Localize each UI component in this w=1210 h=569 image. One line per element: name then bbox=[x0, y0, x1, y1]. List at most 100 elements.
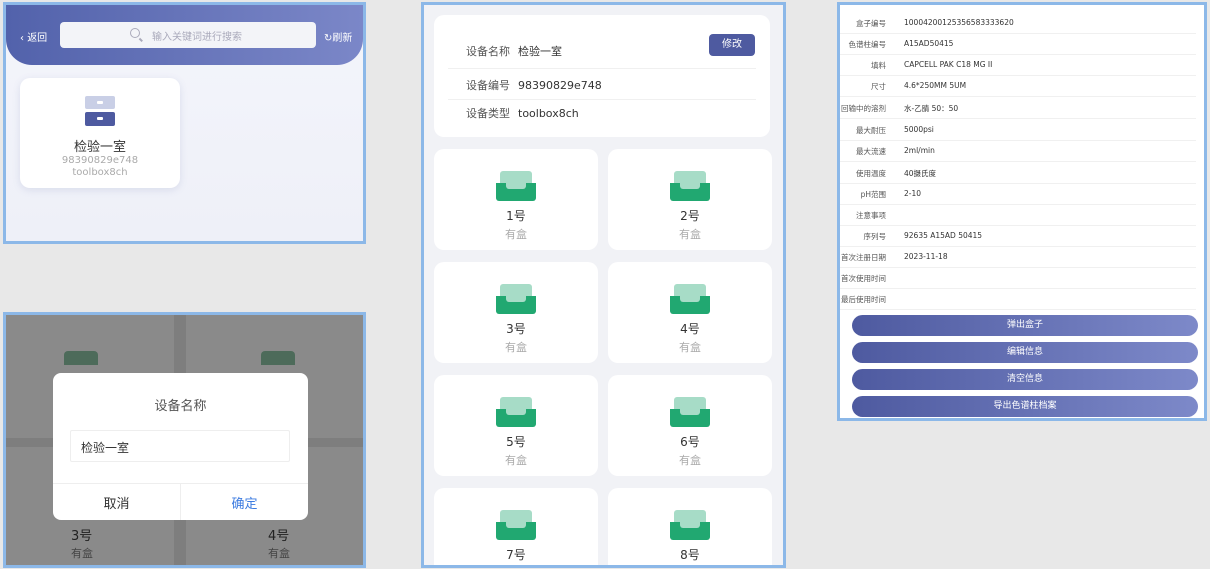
detail-row: 首次使用时间 bbox=[840, 267, 1196, 289]
box-label: 7号 bbox=[506, 548, 526, 562]
box-label: 1号 bbox=[506, 209, 526, 223]
box-label: 6号 bbox=[680, 435, 700, 449]
detail-value: A15AD50415 bbox=[904, 39, 954, 48]
tray-icon bbox=[261, 351, 295, 365]
detail-label: 使用温度 bbox=[856, 169, 886, 178]
clear-info-button[interactable]: 清空信息 bbox=[852, 369, 1198, 390]
device-id: 98390829e748 bbox=[61, 155, 139, 166]
detail-label: 盒子编号 bbox=[856, 19, 886, 28]
detail-label: 色谱柱编号 bbox=[848, 40, 887, 49]
box-status: 有盒 bbox=[505, 341, 527, 354]
box-label: 3号 bbox=[506, 322, 526, 336]
background-box-label: 4号 bbox=[268, 529, 290, 544]
detail-label: 最大流速 bbox=[856, 147, 886, 156]
divider bbox=[448, 99, 756, 100]
divider bbox=[448, 68, 756, 69]
box-label: 2号 bbox=[680, 209, 700, 223]
edit-name-dialog: 设备名称 检验一室 取消 确定 bbox=[53, 373, 308, 520]
detail-row: 最大流速 2ml/min bbox=[840, 140, 1196, 162]
detail-row: 序列号 92635 A15AD 50415 bbox=[840, 225, 1196, 247]
box-label: 5号 bbox=[506, 435, 526, 449]
back-button[interactable]: ‹ 返回 bbox=[20, 29, 47, 44]
device-detail-screen: 设备名称 检验一室 修改 设备编号 98390829e748 设备类型 toolbox… bbox=[421, 2, 786, 568]
background-box-status: 有盒 bbox=[268, 547, 290, 560]
detail-label: 最后使用时间 bbox=[841, 295, 886, 304]
box-status: 有盒 bbox=[505, 228, 527, 241]
box-status: 有盒 bbox=[505, 454, 527, 467]
detail-row: 使用温度 40摄氏度 bbox=[840, 162, 1196, 184]
box-card-6[interactable]: 6号有盒 bbox=[608, 375, 772, 476]
info-value: 检验一室 bbox=[518, 45, 562, 58]
refresh-button[interactable]: ↻刷新 bbox=[324, 29, 352, 44]
detail-label: 最大耐压 bbox=[856, 126, 886, 135]
info-row-id: 设备编号 98390829e748 bbox=[466, 77, 602, 93]
search-input[interactable]: 输入关键词进行搜索 bbox=[60, 22, 316, 48]
box-card-5[interactable]: 5号有盒 bbox=[434, 375, 598, 476]
detail-value: 40摄氏度 bbox=[904, 169, 937, 178]
box-card-3[interactable]: 3号有盒 bbox=[434, 262, 598, 363]
info-label: 设备类型 bbox=[466, 107, 510, 120]
box-card-1[interactable]: 1号有盒 bbox=[434, 149, 598, 250]
dialog-title: 设备名称 bbox=[154, 399, 207, 414]
detail-value: CAPCELL PAK C18 MG II bbox=[904, 60, 993, 69]
detail-row: pH范围 2-10 bbox=[840, 183, 1196, 205]
device-name: 检验一室 bbox=[73, 140, 126, 155]
info-value: 98390829e748 bbox=[518, 79, 602, 92]
detail-label: 首次注册日期 bbox=[841, 253, 886, 262]
detail-label: 序列号 bbox=[863, 232, 887, 241]
device-card[interactable]: 检验一室 98390829e748 toolbox8ch bbox=[20, 78, 180, 188]
box-card-8[interactable]: 8号 bbox=[608, 488, 772, 565]
search-placeholder: 输入关键词进行搜索 bbox=[152, 32, 242, 43]
detail-label: 尺寸 bbox=[871, 82, 886, 91]
box-status: 有盒 bbox=[679, 341, 701, 354]
detail-value: 2-10 bbox=[904, 189, 922, 198]
tray-icon bbox=[496, 171, 536, 203]
device-list-screen: ‹ 返回 输入关键词进行搜索 ↻刷新 检验一室 98390829e748 too… bbox=[3, 2, 366, 244]
toolbox-icon bbox=[85, 96, 115, 126]
export-column-record-button[interactable]: 导出色谱柱档案 bbox=[852, 396, 1198, 417]
tray-icon bbox=[64, 351, 98, 365]
search-icon bbox=[130, 28, 140, 38]
detail-row: 最后使用时间 bbox=[840, 288, 1196, 310]
detail-value: 水-乙腈 50：50 bbox=[904, 104, 959, 113]
device-info-card: 设备名称 检验一室 修改 设备编号 98390829e748 设备类型 toolbox… bbox=[434, 15, 770, 137]
tray-icon bbox=[496, 284, 536, 316]
box-card-4[interactable]: 4号 有盒 bbox=[608, 262, 772, 363]
edit-button[interactable]: 修改 bbox=[709, 34, 755, 56]
detail-row: 盒子编号 10004200125356583333620 bbox=[840, 12, 1196, 34]
info-row-name: 设备名称 检验一室 bbox=[466, 43, 562, 59]
box-card-2[interactable]: 2号有盒 bbox=[608, 149, 772, 250]
detail-row: 回输中的溶剂 水-乙腈 50：50 bbox=[840, 97, 1196, 119]
detail-row: 首次注册日期 2023-11-18 bbox=[840, 246, 1196, 268]
eject-box-button[interactable]: 弹出盒子 bbox=[852, 315, 1198, 336]
detail-label: 首次使用时间 bbox=[841, 274, 886, 283]
edit-info-button[interactable]: 编辑信息 bbox=[852, 342, 1198, 363]
confirm-button[interactable]: 确定 bbox=[181, 493, 308, 512]
box-status: 有盒 bbox=[679, 228, 701, 241]
back-label: 返回 bbox=[27, 33, 48, 44]
cancel-button[interactable]: 取消 bbox=[53, 493, 180, 512]
tray-icon bbox=[496, 510, 536, 542]
detail-label: 回输中的溶剂 bbox=[841, 104, 886, 113]
detail-row: 注意事项 bbox=[840, 204, 1196, 226]
detail-value: 5000psi bbox=[904, 125, 934, 134]
box-card-7[interactable]: 7号 bbox=[434, 488, 598, 565]
box-status: 有盒 bbox=[679, 454, 701, 467]
tray-icon bbox=[670, 171, 710, 203]
detail-label: 注意事项 bbox=[856, 211, 886, 220]
detail-row: 填料 CAPCELL PAK C18 MG II bbox=[840, 54, 1196, 76]
info-label: 设备名称 bbox=[466, 45, 510, 58]
tray-icon bbox=[496, 397, 536, 429]
tray-icon bbox=[670, 510, 710, 542]
detail-row: 色谱柱编号 A15AD50415 bbox=[840, 33, 1196, 55]
background-box-status: 有盒 bbox=[71, 547, 93, 560]
info-row-type: 设备类型 toolbox8ch bbox=[466, 105, 579, 121]
background-box-label: 3号 bbox=[71, 529, 93, 544]
info-label: 设备编号 bbox=[466, 79, 510, 92]
device-name-input[interactable]: 检验一室 bbox=[70, 430, 290, 462]
refresh-label: 刷新 bbox=[332, 33, 353, 44]
box-label: 8号 bbox=[680, 548, 700, 562]
detail-row: 尺寸 4.6*250MM 5UM bbox=[840, 75, 1196, 97]
detail-value: 2ml/min bbox=[904, 146, 935, 155]
detail-value: 2023-11-18 bbox=[904, 252, 948, 261]
